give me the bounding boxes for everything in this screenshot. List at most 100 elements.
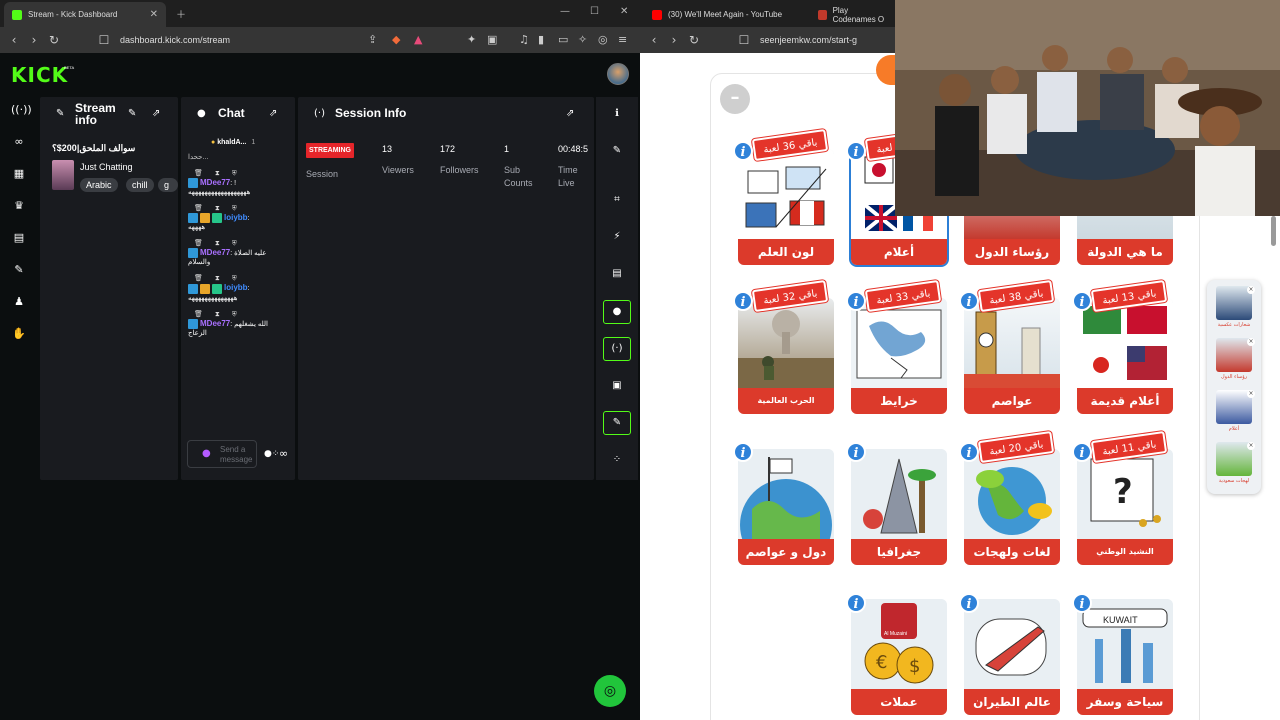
users-icon[interactable]: ♟ [11,294,27,310]
pencil-icon[interactable]: ✎ [609,143,625,159]
chat-popout-icon[interactable]: ⇗ [269,108,277,119]
hand-icon[interactable]: ✋ [11,326,27,342]
tag-chill[interactable]: chill [126,178,154,192]
info-icon[interactable]: i [733,442,753,462]
address-bar[interactable]: dashboard.kick.com/stream [120,35,230,45]
tag-arabic[interactable]: Arabic [80,178,118,192]
chat-username[interactable]: MDee77 [200,319,230,328]
card-world-war[interactable]: الحرب العالمية [738,298,834,414]
tools-toggle-icon[interactable]: ✎ [603,411,631,435]
back-icon[interactable]: ‹ [4,33,24,47]
info-icon[interactable]: i [733,291,753,311]
tag-g[interactable]: g [158,178,178,192]
card-tourism[interactable]: KUWAIT سياحة وسفر [1077,599,1173,715]
card-flag-color[interactable]: لون العلم [738,149,834,265]
info-icon[interactable]: ℹ [609,106,625,122]
wallet-icon[interactable]: ▭ [558,33,568,46]
broadcast-icon[interactable]: ((·)) [11,102,32,118]
mod-actions-icon[interactable]: 🗑 ⧗ ⛨ [194,204,292,213]
chat-input[interactable]: ● Send a message [187,440,257,468]
wrench-icon[interactable]: ✎ [11,262,27,278]
video-icon[interactable]: ▤ [11,230,27,246]
info-icon[interactable]: i [846,141,866,161]
reload-icon[interactable]: ↻ [44,33,64,47]
info-icon[interactable]: i [846,291,866,311]
music-icon[interactable]: ♫ [519,33,529,46]
info-icon[interactable]: i [1072,291,1092,311]
chat-username[interactable]: loiybb [224,213,248,222]
mod-actions-icon[interactable]: 🗑 ⧗ ⛨ [194,239,292,248]
leo-icon[interactable]: ✧ [578,33,587,46]
vpn-icon[interactable]: ◎ [598,33,608,46]
card-geography[interactable]: جغرافيا [851,449,947,565]
tab-codenames[interactable]: Play Codenames O [810,2,900,27]
more-icon[interactable]: ⁘ [609,452,625,468]
mod-actions-icon[interactable]: 🗑 ⧗ ⛨ [194,169,292,178]
session-popout-icon[interactable]: ⇗ [566,108,574,119]
lightning-icon[interactable]: ⚡ [609,229,625,245]
clip-icon[interactable]: ⌗ [609,192,625,208]
chat-username[interactable]: loiybb [224,283,248,292]
tab-kick-dashboard[interactable]: Stream - Kick Dashboard ✕ [4,2,166,27]
minimize-icon[interactable]: — [560,6,570,17]
info-icon[interactable]: i [959,593,979,613]
card-capitals[interactable]: عواصم [964,298,1060,414]
address-bar[interactable]: seenjeemkw.com/start-g [760,35,857,45]
card-countries-capitals[interactable]: دول و عواصم [738,449,834,565]
card-currencies[interactable]: Al Muzaini € $ عملات [851,599,947,715]
chat-toggle-icon[interactable]: ● [603,300,631,324]
close-tab-icon[interactable]: ✕ [150,9,158,20]
category-thumbnail[interactable] [52,160,74,190]
info-icon[interactable]: i [1072,442,1092,462]
new-tab-icon[interactable]: ＋ [176,6,186,21]
popout-icon[interactable]: ⇗ [152,108,160,119]
screenshot-icon[interactable]: ▣ [487,33,497,46]
forward-icon[interactable]: › [664,33,684,47]
notes-icon[interactable]: ▤ [609,266,625,282]
bookmark-icon[interactable]: ☐ [94,33,114,47]
emote-icon[interactable]: ●⁘ [264,449,279,459]
info-icon[interactable]: i [733,141,753,161]
edit-icon[interactable]: ✎ [128,108,136,119]
stream-toggle-icon[interactable]: (·) [603,337,631,361]
info-icon[interactable]: i [1072,593,1092,613]
analytics-icon[interactable]: ▦ [11,166,27,182]
forward-icon[interactable]: › [24,33,44,47]
chat-username[interactable]: MDee77 [200,178,230,187]
info-icon[interactable]: i [959,291,979,311]
support-button[interactable]: ◎ [594,675,626,707]
pinned-user[interactable]: ● khaldA... 1 [211,139,255,146]
chat-username[interactable]: MDee77 [200,248,230,257]
link-icon[interactable]: ∞ [11,134,27,150]
info-icon[interactable]: i [846,593,866,613]
card-national-anthem[interactable]: ? النشيد الوطني [1077,449,1173,565]
rewards-icon[interactable]: ▲ [414,33,422,46]
tab-youtube[interactable]: (30) We'll Meet Again - YouTube [644,2,804,27]
bookmark-icon[interactable]: ☐ [734,33,754,47]
info-icon[interactable]: i [846,442,866,462]
brave-shield-icon[interactable]: ◆ [392,33,400,46]
remove-icon[interactable]: × [1247,338,1255,346]
close-window-icon[interactable]: ✕ [620,6,628,17]
collapse-button[interactable]: – [720,84,750,114]
mod-actions-icon[interactable]: 🗑 ⧗ ⛨ [194,310,292,319]
remove-icon[interactable]: × [1247,286,1255,294]
user-avatar[interactable] [607,63,629,85]
back-icon[interactable]: ‹ [644,33,664,47]
category-name[interactable]: Just Chatting [80,162,133,172]
extensions-icon[interactable]: ✦ [467,33,476,46]
kick-logo[interactable]: KICK [11,63,68,87]
mic-icon[interactable]: ● [202,448,211,459]
remove-icon[interactable]: × [1247,442,1255,450]
reload-icon[interactable]: ↻ [684,33,704,47]
trophy-icon[interactable]: ♛ [11,198,27,214]
card-aviation[interactable]: عالم الطيران [964,599,1060,715]
card-maps[interactable]: خرايط [851,298,947,414]
info-icon[interactable]: i [959,442,979,462]
page-scrollbar[interactable] [1271,216,1276,246]
media-icon[interactable]: ▣ [609,378,625,394]
maximize-icon[interactable]: ☐ [590,6,599,17]
card-languages[interactable]: لغات ولهجات [964,449,1060,565]
share-icon[interactable]: ⇪ [368,33,377,46]
sidebar-icon[interactable]: ▮ [538,33,544,46]
